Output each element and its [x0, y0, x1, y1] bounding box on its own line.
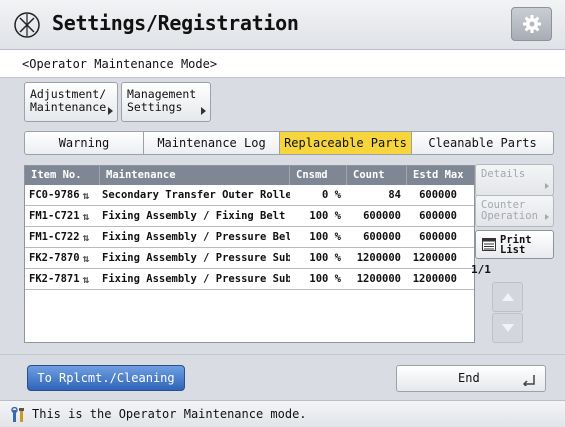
swap-icon: ⇅: [82, 230, 90, 244]
details-label: Details: [481, 168, 526, 180]
count-value: 84: [388, 189, 401, 201]
table-row[interactable]: FK2-7871 ⇅ Fixing Assembly / Pressure Sub…: [25, 269, 474, 290]
arrow-down-icon: [501, 324, 514, 332]
count-value: 600000: [363, 231, 401, 243]
item-number: FM1-C721: [29, 210, 80, 222]
counter-label-line2: Operation: [481, 210, 538, 222]
header-item-no: Item No.: [25, 166, 100, 185]
arrow-up-icon: [501, 293, 514, 301]
page-indicator: 1/1: [471, 263, 491, 276]
consumed-value: 100 %: [309, 273, 341, 285]
estimated-max-value: 600000: [419, 231, 457, 243]
estimated-max-value: 1200000: [412, 252, 457, 264]
estimated-max-value: 1200000: [412, 273, 457, 285]
swap-icon: ⇅: [82, 251, 90, 265]
table-header: Item No. Maintenance Cnsmd Count Estd Ma…: [25, 166, 474, 185]
return-icon: [523, 375, 535, 386]
status-message: This is the Operator Maintenance mode.: [32, 407, 307, 421]
end-label: End: [458, 371, 480, 385]
window-title: Settings/Registration: [52, 11, 299, 35]
swap-icon: ⇅: [82, 209, 90, 223]
consumed-value: 100 %: [309, 210, 341, 222]
header-estimated-max: Estd Max: [413, 169, 464, 181]
chevron-right-icon: [201, 107, 206, 115]
gear-icon: [522, 15, 541, 33]
consumed-value: 0 %: [322, 189, 341, 201]
mode-label: <Operator Maintenance Mode>: [0, 50, 565, 78]
tab-cleanable-parts[interactable]: Cleanable Parts: [412, 131, 554, 155]
swap-icon: ⇅: [82, 272, 90, 286]
count-value: 1200000: [356, 273, 401, 285]
status-bar: This is the Operator Maintenance mode.: [0, 400, 565, 427]
tab-maintenance-log[interactable]: Maintenance Log: [144, 131, 280, 155]
maintenance-name: Fixing Assembly / Pressure Belt U: [102, 231, 290, 243]
print-list-button[interactable]: Print List: [475, 230, 554, 259]
title-bar: Settings/Registration: [0, 0, 565, 50]
table-row[interactable]: FM1-C722 ⇅ Fixing Assembly / Pressure Bel…: [25, 227, 474, 248]
wrench-icon: [11, 407, 24, 422]
estimated-max-value: 600000: [419, 210, 457, 222]
count-value: 1200000: [356, 252, 401, 264]
management-settings-button[interactable]: Management Settings: [121, 82, 211, 122]
maintenance-name: Secondary Transfer Outer Roller: [102, 189, 290, 201]
tab-replaceable-parts[interactable]: Replaceable Parts: [280, 131, 412, 155]
estimated-max-value: 600000: [419, 189, 457, 201]
chevron-right-icon: [108, 107, 113, 115]
item-number: FM1-C722: [29, 231, 80, 243]
consumed-value: 100 %: [309, 252, 341, 264]
item-number: FC0-9786: [29, 189, 80, 201]
parts-table: Item No. Maintenance Cnsmd Count Estd Ma…: [24, 165, 475, 343]
details-button[interactable]: Details: [475, 164, 554, 196]
consumed-value: 100 %: [309, 231, 341, 243]
main-panel: Adjustment/ Maintenance Management Setti…: [14, 78, 558, 354]
item-number: FK2-7870: [29, 252, 80, 264]
chevron-right-icon: [545, 214, 549, 220]
table-row[interactable]: FM1-C721 ⇅ Fixing Assembly / Fixing Belt …: [25, 206, 474, 227]
header-maintenance: Maintenance: [100, 166, 290, 185]
list-icon: [482, 238, 496, 251]
tab-warning[interactable]: Warning: [24, 131, 144, 155]
to-replacement-cleaning-button[interactable]: To Rplcmt./Cleaning: [27, 365, 185, 391]
scroll-down-button[interactable]: [492, 313, 523, 343]
item-number: FK2-7871: [29, 273, 80, 285]
print-label-line2: List: [500, 244, 526, 256]
maintenance-name: Fixing Assembly / Fixing Belt Uni: [102, 210, 290, 222]
table-row[interactable]: FK2-7870 ⇅ Fixing Assembly / Pressure Sub…: [25, 248, 474, 269]
maintenance-name: Fixing Assembly / Pressure Sub Th: [102, 252, 290, 264]
management-label-line2: Settings: [127, 100, 183, 114]
header-count: Count: [347, 166, 407, 185]
header-consumed: Cnsmd: [290, 166, 347, 185]
tab-bar: Warning Maintenance Log Replaceable Part…: [24, 131, 554, 155]
end-button[interactable]: End: [396, 365, 546, 392]
count-value: 600000: [363, 210, 401, 222]
chevron-right-icon: [545, 183, 549, 189]
scroll-up-button[interactable]: [492, 282, 523, 312]
settings-button[interactable]: [511, 7, 552, 41]
adjustment-maintenance-button[interactable]: Adjustment/ Maintenance: [24, 82, 118, 122]
swap-icon: ⇅: [82, 188, 90, 202]
counter-operation-button[interactable]: Counter Operation: [475, 195, 554, 227]
maintenance-name: Fixing Assembly / Pressure Sub Th: [102, 273, 290, 285]
table-row[interactable]: FC0-9786 ⇅ Secondary Transfer Outer Rolle…: [25, 185, 474, 206]
bottom-bar: To Rplcmt./Cleaning End: [0, 354, 565, 400]
settings-registration-icon: [14, 12, 40, 38]
adjustment-label-line2: Maintenance: [30, 100, 107, 114]
